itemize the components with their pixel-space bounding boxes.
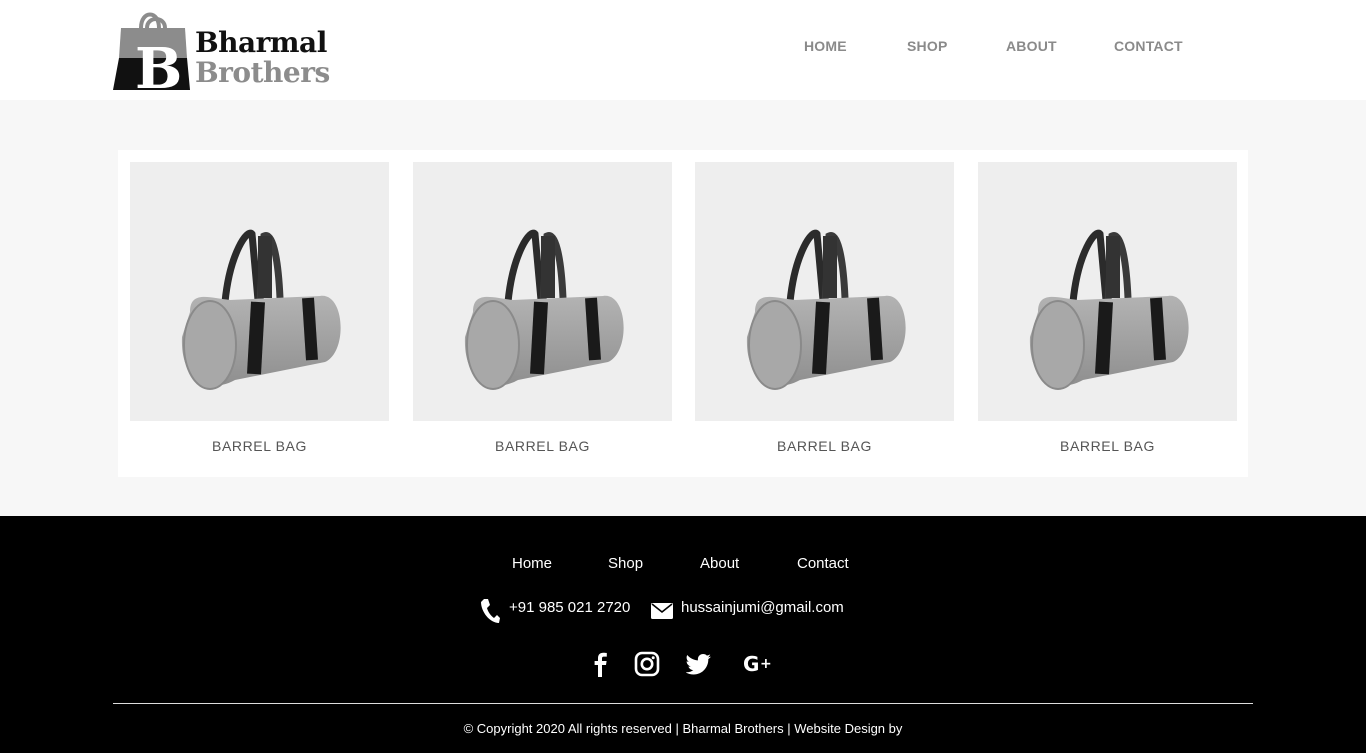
product-title[interactable]: BARREL BAG: [695, 438, 954, 454]
svg-text:G: G: [743, 652, 759, 676]
phone-icon: [481, 599, 500, 623]
google-plus-icon[interactable]: G +: [743, 651, 775, 677]
brand-name: Bharmal Brothers: [195, 28, 330, 88]
barrel-bag-image[interactable]: [695, 162, 954, 421]
footer-email[interactable]: hussainjumi@gmail.com: [681, 599, 844, 616]
bag-illustration: [464, 229, 624, 390]
product-card[interactable]: BARREL BAG: [978, 162, 1237, 462]
product-grid: BARREL BAG BARREL BAG BARREL BAG BARREL …: [118, 150, 1248, 477]
footer-about-link[interactable]: About: [700, 555, 739, 572]
footer-phone[interactable]: +91 985 021 2720: [509, 599, 630, 616]
footer-shop-link[interactable]: Shop: [608, 555, 643, 572]
product-title[interactable]: BARREL BAG: [413, 438, 672, 454]
bag-illustration: [746, 229, 906, 390]
bag-illustration: [181, 229, 341, 390]
barrel-bag-image[interactable]: [978, 162, 1237, 421]
site-header: B Bharmal Brothers HOME SHOP ABOUT CONTA…: [0, 0, 1366, 100]
nav-shop-link[interactable]: SHOP: [907, 38, 947, 54]
footer-contact-link[interactable]: Contact: [797, 555, 849, 572]
twitter-icon[interactable]: [686, 651, 712, 677]
product-card[interactable]: BARREL BAG: [130, 162, 389, 462]
barrel-bag-image[interactable]: [130, 162, 389, 421]
product-card[interactable]: BARREL BAG: [695, 162, 954, 462]
product-title[interactable]: BARREL BAG: [978, 438, 1237, 454]
facebook-icon[interactable]: [588, 651, 614, 677]
footer-home-link[interactable]: Home: [512, 555, 552, 572]
bag-illustration: [1029, 229, 1189, 390]
footer-divider: [113, 703, 1253, 704]
nav-about-link[interactable]: ABOUT: [1006, 38, 1057, 54]
nav-contact-link[interactable]: CONTACT: [1114, 38, 1183, 54]
product-title[interactable]: BARREL BAG: [130, 438, 389, 454]
main-nav: HOME SHOP ABOUT CONTACT: [0, 38, 1366, 56]
instagram-icon[interactable]: [634, 651, 660, 677]
svg-text:+: +: [760, 656, 772, 672]
product-card[interactable]: BARREL BAG: [413, 162, 672, 462]
barrel-bag-image[interactable]: [413, 162, 672, 421]
nav-home-link[interactable]: HOME: [804, 38, 847, 54]
envelope-icon: [651, 603, 673, 619]
brand-name-line2: Brothers: [195, 56, 330, 89]
site-footer: Home Shop About Contact +91 985 021 2720…: [0, 516, 1366, 753]
copyright-text: © Copyright 2020 All rights reserved | B…: [463, 721, 903, 736]
